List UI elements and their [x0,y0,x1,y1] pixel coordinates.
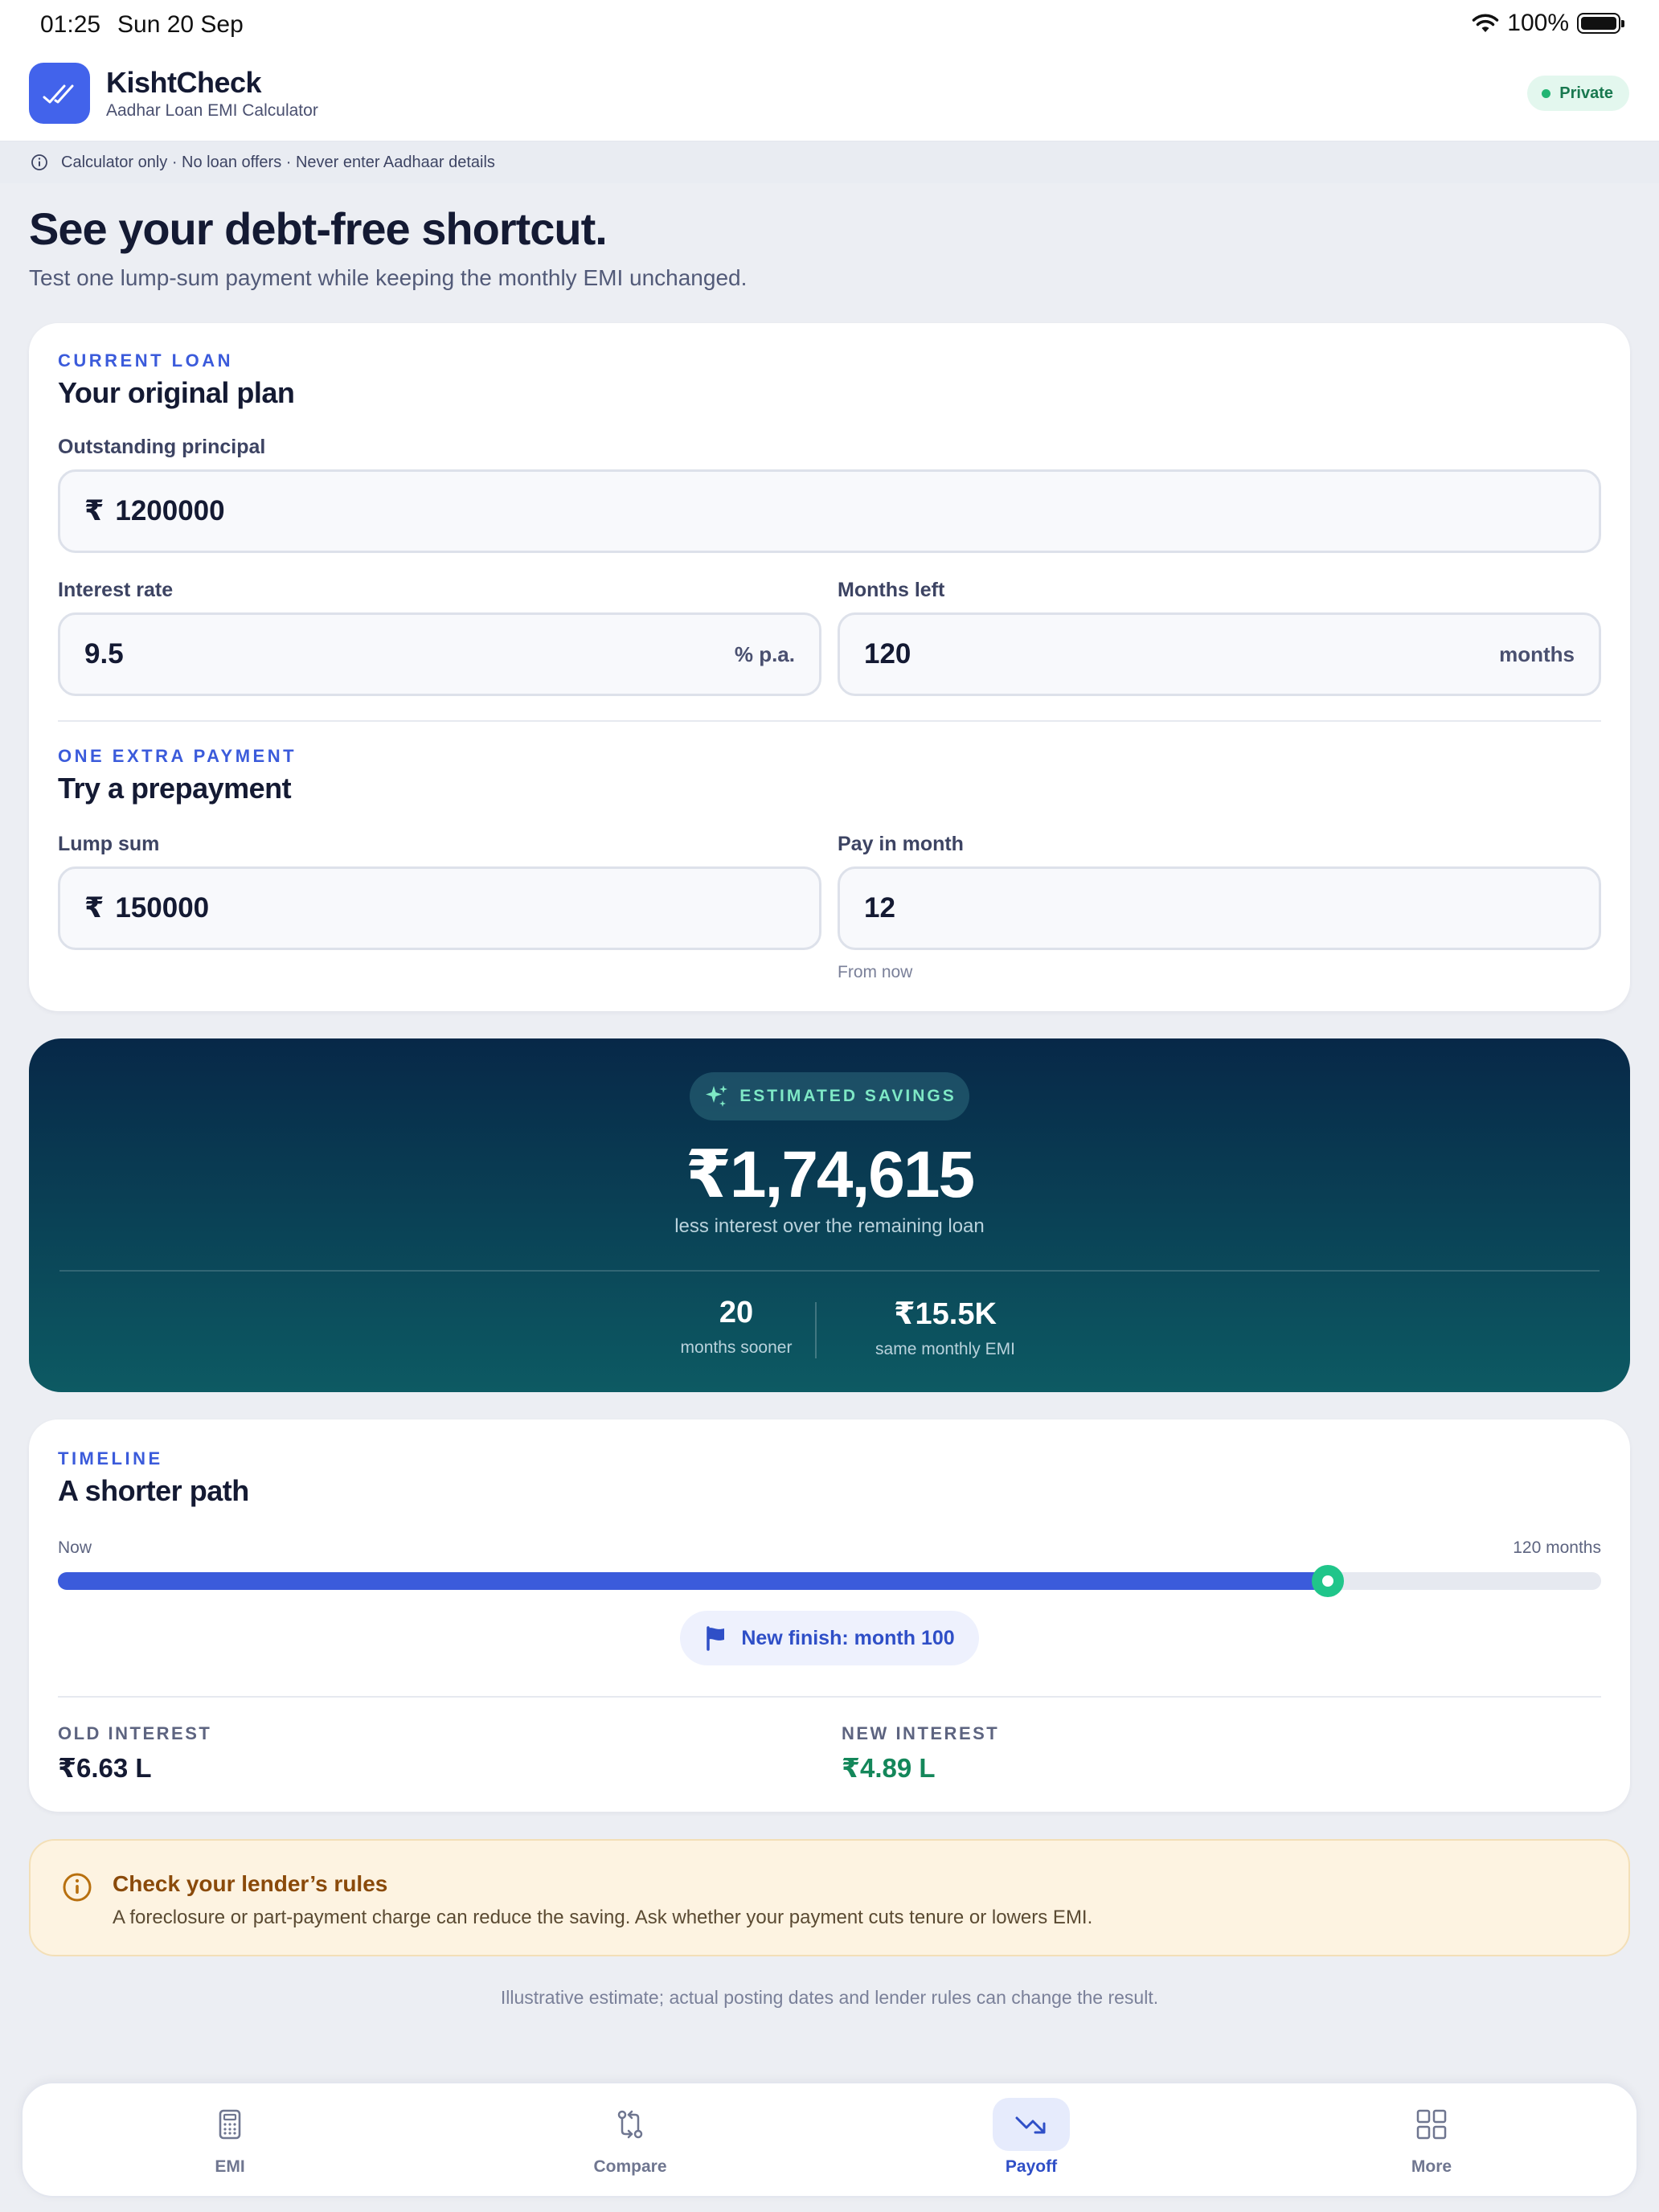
app-subtitle: Aadhar Loan EMI Calculator [106,101,318,120]
flag-icon [707,1626,725,1651]
savings-caption: less interest over the remaining loan [674,1215,985,1237]
pay-month-value: 12 [864,892,895,924]
emi-label: same monthly EMI [875,1340,1015,1358]
page-subtitle: Test one lump-sum payment while keeping … [29,265,748,290]
prepayment-title: Try a prepayment [58,772,292,805]
rate-unit: % p.a. [734,641,795,666]
wifi-icon [1473,14,1499,32]
savings-pill: ESTIMATED SAVINGS [690,1072,969,1120]
privacy-notice: Calculator only · No loan offers · Never… [0,141,1659,183]
timeline-eyebrow: TIMELINE [58,1448,163,1469]
lump-sum-label: Lump sum [58,833,160,855]
app-name: KishtCheck [106,66,262,99]
battery-percent: 100% [1507,10,1569,36]
principal-label: Outstanding principal [58,436,266,458]
tab-more[interactable]: More [1351,2083,1512,2199]
timeline-divider [58,1696,1601,1698]
disclaimer: Illustrative estimate; actual posting da… [500,1987,1159,2008]
finish-marker [1312,1565,1345,1597]
timeline-start-label: Now [58,1538,92,1557]
savings-divider [59,1270,1600,1272]
months-unit: months [1499,641,1575,666]
months-sooner-label: months sooner [680,1338,793,1357]
private-badge: Private [1527,76,1629,111]
app-logo [29,63,90,124]
principal-input[interactable]: ₹ 1200000 [58,469,1601,553]
info-icon [63,1873,92,1902]
rupee-prefix: ₹ [84,495,104,526]
months-sooner-value: 20 [719,1296,754,1329]
status-right: 100% [1472,10,1624,37]
months-sooner-stat: 20 months sooner [640,1296,833,1358]
lender-rules-warning: Check your lender’s rules A foreclosure … [29,1839,1630,1956]
interest-rate-input[interactable]: 9.5 % p.a. [58,612,821,696]
emi-stat: ₹15.5K same monthly EMI [849,1296,1042,1359]
estimated-savings-card: ESTIMATED SAVINGS ₹1,74,615 less interes… [29,1038,1630,1392]
new-interest-value: ₹4.89 L [842,1753,936,1783]
months-left-value: 120 [864,638,911,670]
pay-month-input[interactable]: 12 [838,866,1601,950]
double-check-icon [43,84,74,104]
old-interest-value: ₹6.63 L [58,1753,152,1783]
timeline-title: A shorter path [58,1474,249,1507]
tab-emi[interactable]: EMI [150,2083,310,2199]
tab-compare[interactable]: Compare [550,2083,711,2199]
new-interest-label: NEW INTEREST [842,1723,1000,1743]
new-finish-label: New finish: month 100 [741,1626,955,1649]
current-loan-title: Your original plan [58,376,295,409]
tab-more-label: More [1411,2157,1452,2176]
tab-compare-label: Compare [593,2157,667,2176]
status-time: 01:25 [40,11,101,38]
months-left-label: Months left [838,579,945,601]
principal-value: 1200000 [115,495,225,526]
private-badge-label: Private [1559,84,1613,102]
tab-payoff[interactable]: Payoff [951,2083,1112,2199]
page-title: See your debt-free shortcut. [29,203,608,254]
bottom-tab-bar: EMI Compare Payoff More [21,2082,1638,2198]
timeline-track [58,1565,1601,1597]
pay-month-hint: From now [838,963,913,981]
warning-body: A foreclosure or part-payment charge can… [113,1907,1093,1928]
rupee-prefix: ₹ [84,892,104,924]
compare-icon [592,2098,669,2151]
status-dot [1542,89,1551,98]
savings-label: ESTIMATED SAVINGS [739,1087,956,1105]
emi-value: ₹15.5K [894,1297,997,1331]
timeline-end-label: 120 months [1513,1538,1601,1557]
months-left-input[interactable]: 120 months [838,612,1601,696]
timeline-progress [58,1572,1329,1590]
tab-payoff-label: Payoff [1005,2157,1058,2176]
lump-sum-value: 150000 [115,892,210,924]
battery-icon [1577,13,1624,34]
trending-down-icon [993,2098,1070,2151]
new-finish-pill: New finish: month 100 [680,1611,979,1665]
grid-icon [1393,2098,1470,2151]
loan-inputs-card: CURRENT LOAN Your original plan Outstand… [29,323,1630,1011]
stat-separator [815,1302,817,1358]
calculator-icon [191,2098,268,2151]
savings-amount: ₹1,74,615 [685,1138,975,1211]
status-date: Sun 20 Sep [117,11,244,38]
lump-sum-input[interactable]: ₹ 150000 [58,866,821,950]
sparkle-icon [706,1085,728,1107]
old-interest-label: OLD INTEREST [58,1723,212,1743]
prepayment-eyebrow: ONE EXTRA PAYMENT [58,746,297,766]
tab-emi-label: EMI [215,2157,245,2176]
timeline-card: TIMELINE A shorter path Now 120 months N… [29,1419,1630,1812]
section-divider [58,720,1601,722]
pay-month-label: Pay in month [838,833,964,855]
app-header: KishtCheck Aadhar Loan EMI Calculator Pr… [0,51,1659,141]
info-icon [31,154,47,170]
current-loan-eyebrow: CURRENT LOAN [58,350,233,371]
notice-text: Calculator only · No loan offers · Never… [61,153,495,171]
rate-label: Interest rate [58,579,174,601]
rate-value: 9.5 [84,638,124,670]
warning-title: Check your lender’s rules [113,1871,388,1896]
status-bar: 01:25 Sun 20 Sep 100% [0,0,1659,51]
